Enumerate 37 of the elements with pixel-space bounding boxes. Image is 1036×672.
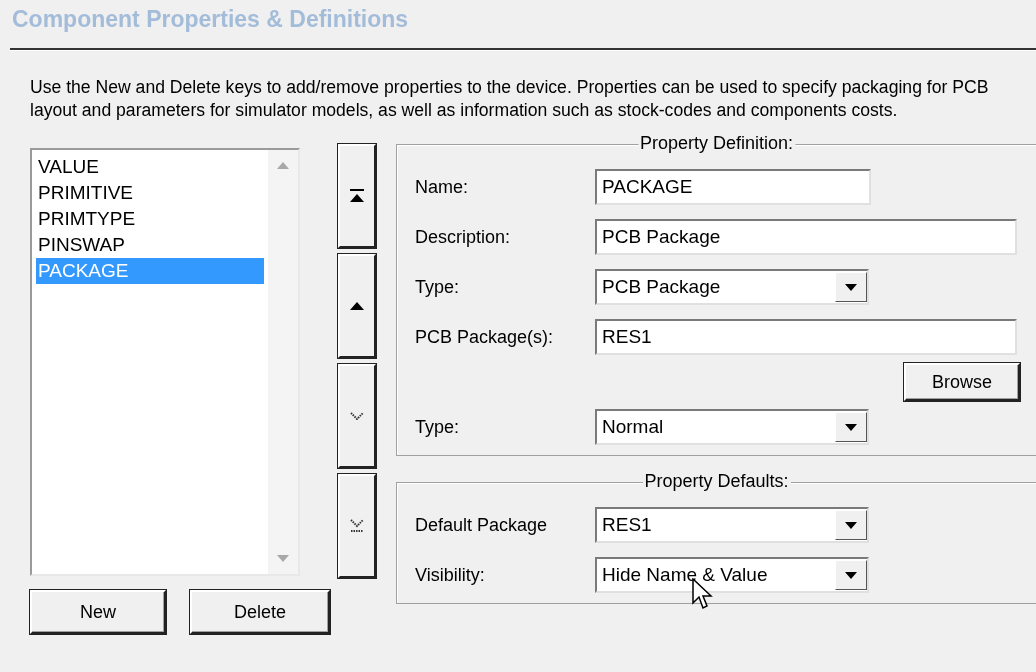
text-field[interactable]: PACKAGE (595, 169, 871, 205)
field-label: Description: (415, 226, 512, 248)
description-text: Use the New and Delete keys to add/remove properties to the device. Properties can be used to specify packaging for PCB layout and parameters for simulator models, as well as information such as stock-codes and components costs. (29, 76, 990, 122)
text-field[interactable]: PCB Package (595, 219, 1017, 255)
field-label: PCB Package(s): (415, 326, 555, 348)
dropdown-arrow-icon (845, 521, 857, 529)
dropdown-arrow-icon (845, 283, 857, 291)
delete-button[interactable]: Delete (190, 590, 330, 634)
dropdown-field[interactable]: RES1 (595, 507, 869, 543)
field-label: Name: (415, 176, 469, 198)
browse-button[interactable]: Browse (904, 363, 1020, 401)
move-down-icon (350, 412, 364, 420)
move-button[interactable] (338, 254, 376, 358)
list-item[interactable]: PINSWAP (36, 232, 264, 258)
page-title: Component Properties & Definitions (11, 5, 410, 34)
list-item[interactable]: VALUE (36, 154, 264, 180)
list-item[interactable]: PRIMITIVE (36, 180, 264, 206)
move-top-icon (349, 189, 365, 203)
new-button[interactable]: New (30, 590, 167, 634)
dropdown-arrow-icon (845, 423, 857, 431)
group-title: Property Definition: (637, 133, 796, 154)
move-button[interactable] (338, 144, 376, 248)
field-label: Type: (415, 416, 461, 438)
move-button[interactable] (338, 474, 376, 578)
text-field[interactable]: RES1 (595, 319, 1017, 355)
dropdown-field[interactable]: Hide Name & Value (595, 557, 869, 593)
field-label: Type: (415, 276, 461, 298)
dropdown-field[interactable]: PCB Package (595, 269, 869, 305)
move-up-icon (349, 301, 365, 311)
field-label: Default Package (415, 514, 549, 536)
group-title: Property Defaults: (642, 471, 791, 492)
move-button[interactable] (338, 364, 376, 468)
list-item[interactable]: PRIMTYPE (36, 206, 264, 232)
dropdown-arrow-icon (845, 571, 857, 579)
move-bottom-icon (350, 519, 364, 533)
field-label: Visibility: (415, 564, 486, 586)
dropdown-field[interactable]: Normal (595, 409, 869, 445)
